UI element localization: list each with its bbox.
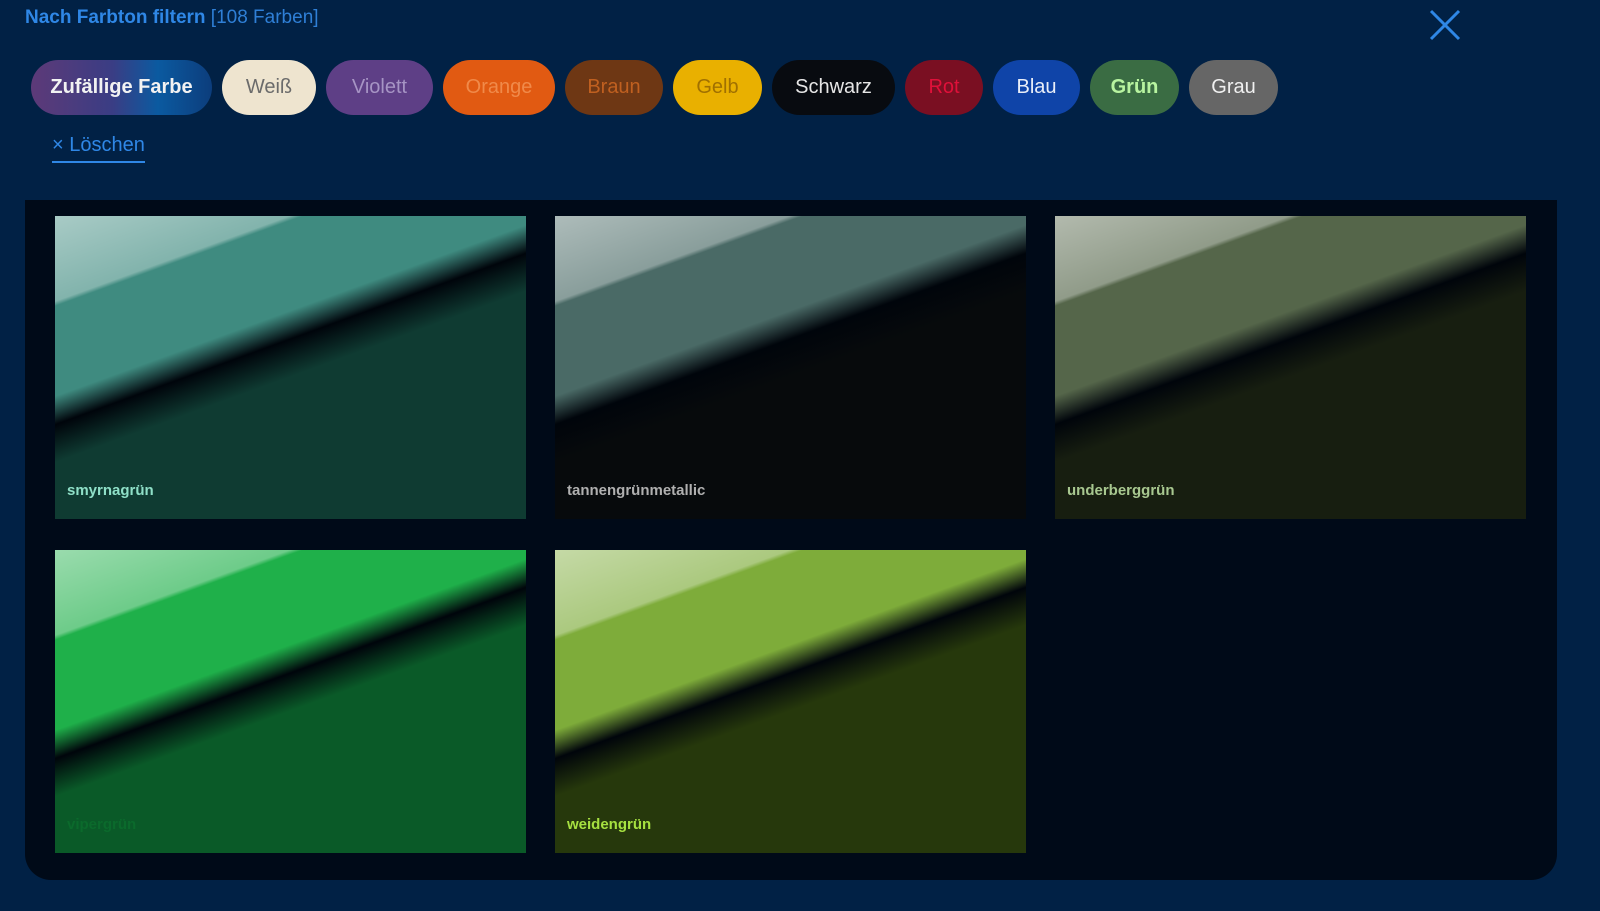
pill-brown[interactable]: Braun (565, 60, 663, 115)
swatch-label: underberggrün (1067, 482, 1175, 499)
pill-grey[interactable]: Grau (1189, 60, 1278, 115)
swatch-image (55, 550, 526, 853)
swatch-tile[interactable]: vipergrün (55, 550, 526, 853)
color-filter-pills: Zufällige Farbe Weiß Violett Orange Brau… (31, 60, 1278, 115)
swatch-tile[interactable]: weidengrün (555, 550, 1026, 853)
filter-title: Nach Farbton filtern (25, 7, 206, 28)
swatch-image (1055, 216, 1526, 519)
clear-filter-link[interactable]: × Löschen (52, 134, 145, 163)
pill-violet[interactable]: Violett (326, 60, 433, 115)
pill-green[interactable]: Grün (1090, 60, 1179, 115)
swatch-tile[interactable]: smyrnagrün (55, 216, 526, 519)
swatch-grid: smyrnagrün tannengrünmetallic underbergg… (25, 200, 1557, 880)
pill-black[interactable]: Schwarz (772, 60, 895, 115)
swatch-label: vipergrün (67, 816, 137, 833)
filter-header: Nach Farbton filtern [108 Farben] (25, 6, 319, 30)
swatch-tile[interactable]: underberggrün (1055, 216, 1526, 519)
swatch-image (55, 216, 526, 519)
pill-blue[interactable]: Blau (993, 60, 1080, 115)
close-icon (1429, 9, 1461, 41)
swatch-tile[interactable]: tannengrünmetallic (555, 216, 1026, 519)
pill-random-color[interactable]: Zufällige Farbe (31, 60, 212, 115)
pill-yellow[interactable]: Gelb (673, 60, 762, 115)
swatch-label: weidengrün (567, 816, 652, 833)
swatch-image (555, 216, 1026, 519)
pill-white[interactable]: Weiß (222, 60, 316, 115)
swatch-label: smyrnagrün (67, 482, 154, 499)
pill-orange[interactable]: Orange (443, 60, 555, 115)
color-count: [108 Farben] (210, 7, 319, 28)
close-button[interactable] (1428, 8, 1462, 42)
swatch-image (555, 550, 1026, 853)
swatch-label: tannengrünmetallic (567, 482, 706, 499)
pill-red[interactable]: Rot (905, 60, 983, 115)
